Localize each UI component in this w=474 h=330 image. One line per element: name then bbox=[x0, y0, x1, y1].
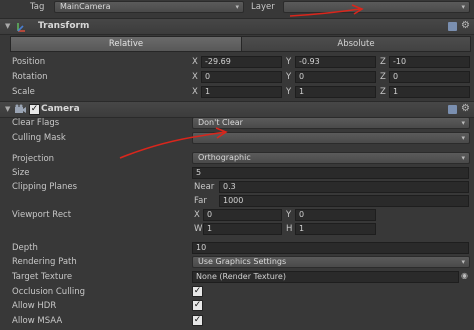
annotation-arrow-layer bbox=[289, 8, 361, 17]
annotation-arrow-culling bbox=[119, 131, 226, 159]
annotation-overlay bbox=[119, 4, 364, 159]
